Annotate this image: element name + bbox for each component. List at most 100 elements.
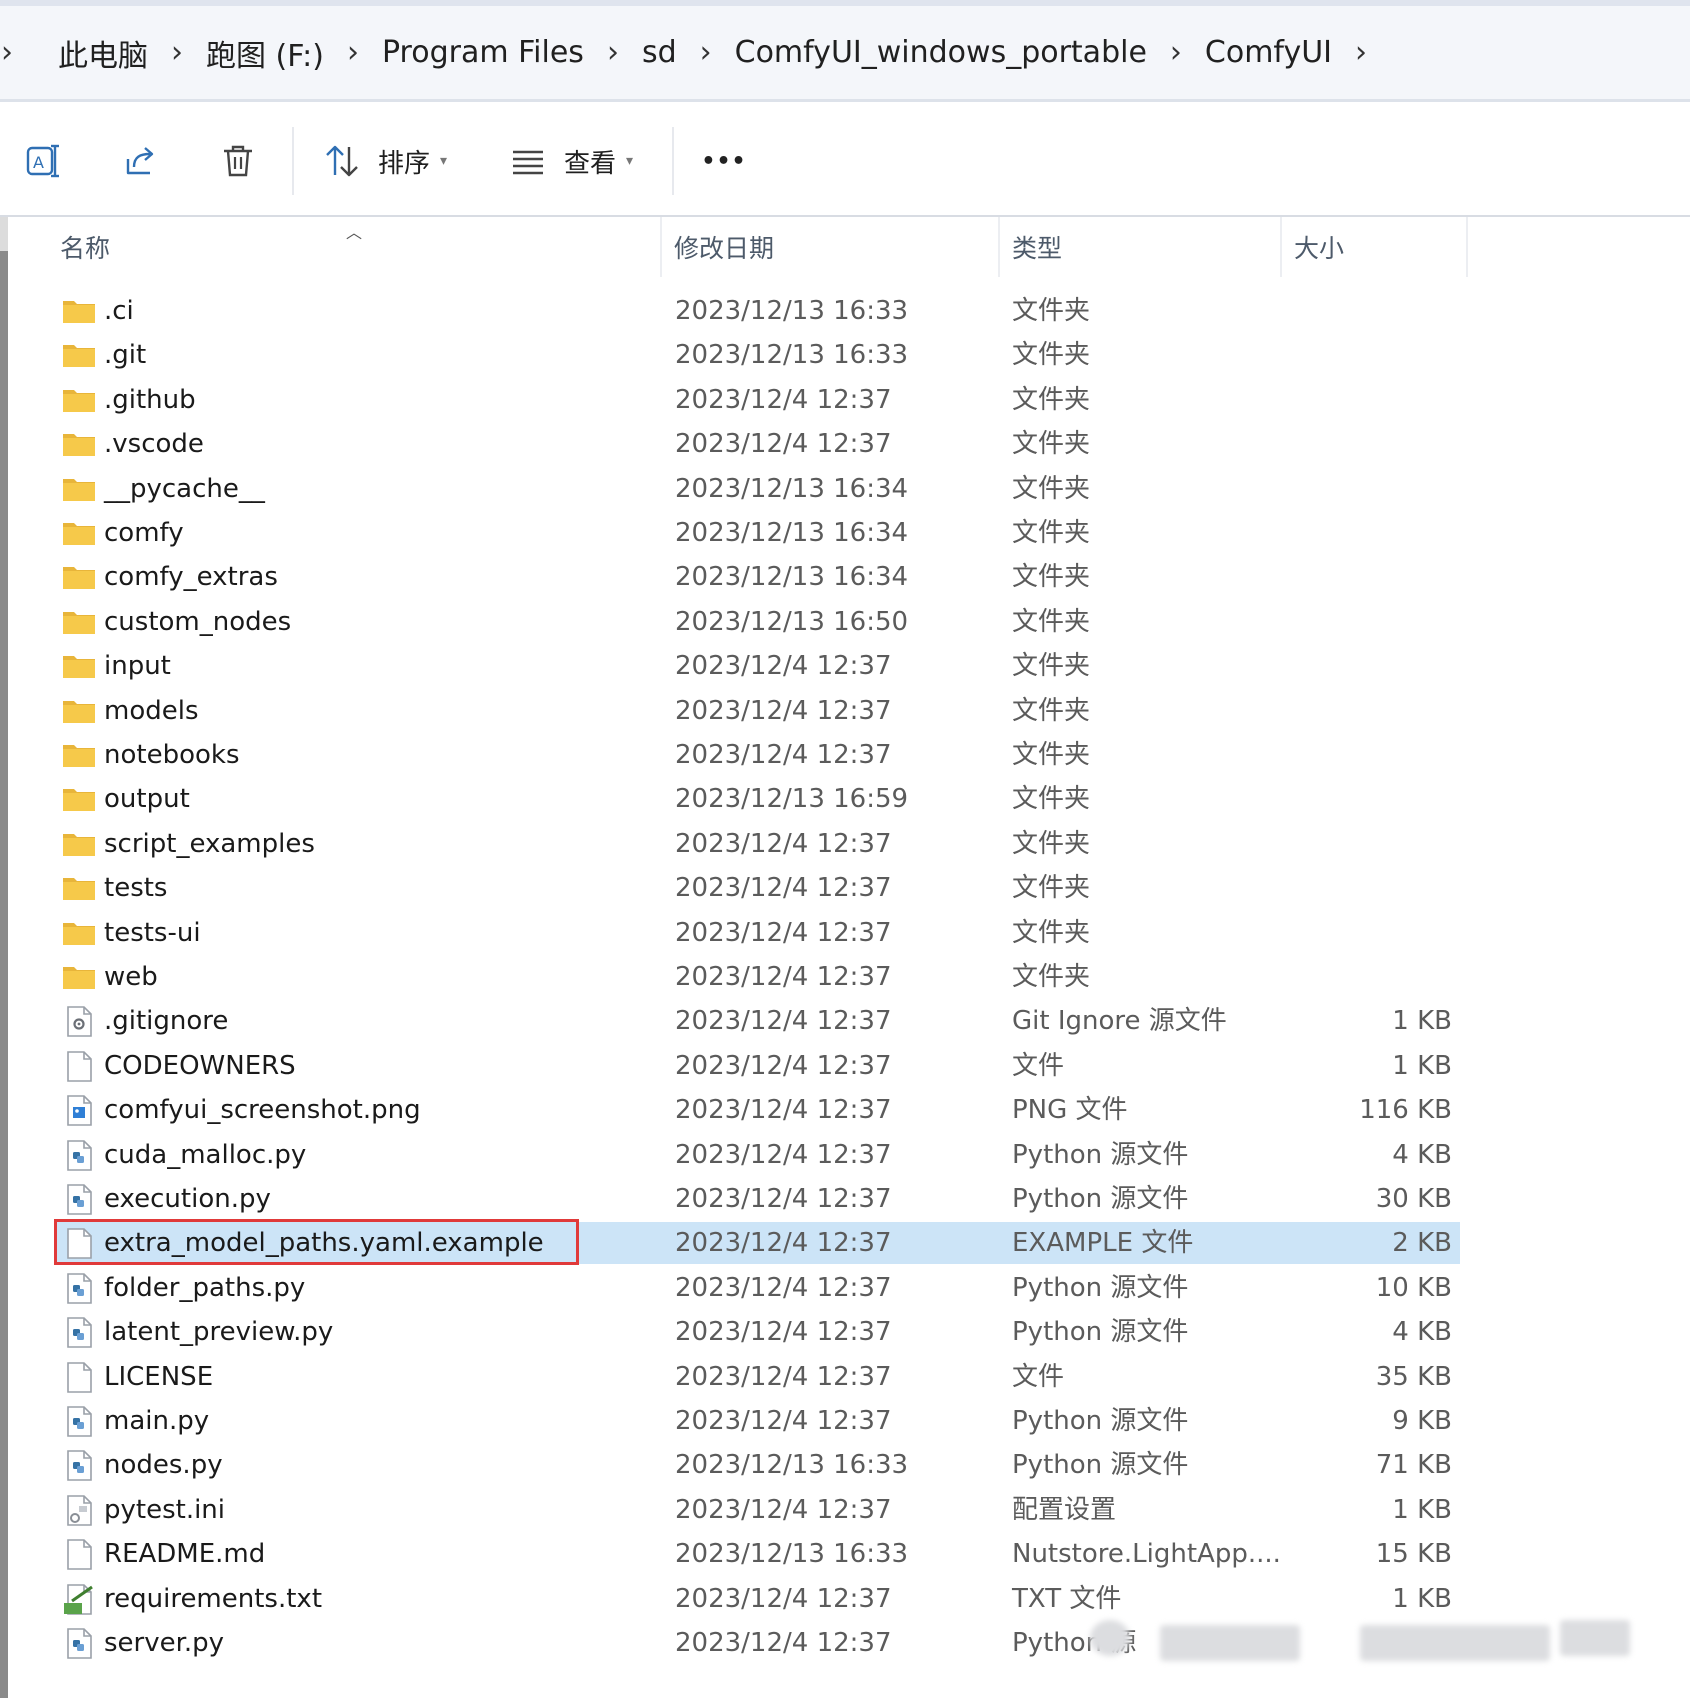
table-row[interactable]: output 2023/12/13 16:59 文件夹 [0,777,1690,821]
blank-file-icon [62,1538,96,1570]
breadcrumb-chevron-icon[interactable]: › [596,35,630,70]
file-name: cuda_malloc.py [104,1139,307,1170]
table-row[interactable]: tests-ui 2023/12/4 12:37 文件夹 [0,911,1690,955]
file-date: 2023/12/4 12:37 [675,962,892,992]
file-type: TXT 文件 [1012,1583,1122,1614]
table-row[interactable]: comfy 2023/12/13 16:34 文件夹 [0,511,1690,555]
breadcrumb-chevron-icon[interactable]: › [1344,35,1378,70]
column-header-date-label: 修改日期 [674,234,775,263]
file-name: server.py [104,1628,225,1658]
toolbar-divider [672,127,674,195]
file-name: execution.py [104,1184,271,1214]
breadcrumb-chevron-icon[interactable]: › [1159,35,1193,70]
table-row[interactable]: custom_nodes 2023/12/13 16:50 文件夹 [0,600,1690,644]
file-type: Python 源文件 [1012,1139,1189,1170]
table-row[interactable]: .ci 2023/12/13 16:33 文件夹 [0,289,1690,333]
table-row[interactable]: requirements.txt 2023/12/4 12:37 TXT 文件 1 K… [0,1577,1690,1621]
view-button[interactable]: 查看 ▾ [508,133,648,189]
file-size [1290,422,1452,466]
table-row[interactable]: .github 2023/12/4 12:37 文件夹 [0,378,1690,422]
table-row[interactable]: comfyui_screenshot.png 2023/12/4 12:37 PNG… [0,1088,1690,1132]
table-row[interactable]: .gitignore 2023/12/4 12:37 Git Ignore 源文件 1… [0,999,1690,1043]
table-row[interactable]: latent_preview.py 2023/12/4 12:37 Python 源… [0,1310,1690,1354]
file-date: 2023/12/4 12:37 [675,1006,892,1037]
python-file-icon [62,1316,96,1348]
breadcrumb-item[interactable]: ComfyUI [1193,35,1344,70]
delete-button[interactable] [210,133,266,189]
table-row[interactable]: main.py 2023/12/4 12:37 Python 源文件 9 KB [0,1399,1690,1443]
file-type: Python 源文件 [1012,1450,1189,1481]
table-row-selected[interactable]: extra_model_paths.yaml.example 2023/12/4 … [0,1219,1690,1266]
file-type: 文件夹 [1012,473,1091,504]
rename-button[interactable]: A [16,133,72,189]
python-file-icon [62,1627,96,1659]
file-date: 2023/12/13 16:59 [675,784,909,815]
table-row[interactable]: comfy_extras 2023/12/13 16:34 文件夹 [0,555,1690,599]
table-row[interactable]: .vscode 2023/12/4 12:37 文件夹 [0,422,1690,466]
more-icon: ••• [701,148,747,174]
table-row[interactable]: script_examples 2023/12/4 12:37 文件夹 [0,822,1690,866]
table-row[interactable]: pytest.ini 2023/12/4 12:37 配置设置 1 KB [0,1488,1690,1532]
folder-icon [62,473,96,505]
file-date: 2023/12/13 16:33 [675,340,909,371]
table-row[interactable]: CODEOWNERS 2023/12/4 12:37 文件 1 KB [0,1044,1690,1088]
file-type: 文件夹 [1012,917,1091,948]
file-date: 2023/12/13 16:34 [675,518,909,548]
file-type: 文件夹 [1012,562,1091,593]
file-type: 文件夹 [1012,695,1091,726]
file-size: 10 KB [1375,1272,1452,1303]
breadcrumb-chevron-icon[interactable]: › [336,35,370,70]
file-name: script_examples [104,828,315,859]
table-row[interactable]: notebooks 2023/12/4 12:37 文件夹 [0,733,1690,777]
file-name: latent_preview.py [104,1317,334,1348]
file-date: 2023/12/13 16:33 [675,1539,909,1570]
sort-button[interactable]: 排序 ▾ [322,133,462,189]
breadcrumb-chevron-icon[interactable]: › [689,35,723,70]
folder-icon [62,961,96,993]
file-name: tests-ui [104,917,201,948]
file-size: 1 KB [1392,1583,1452,1614]
table-row[interactable]: web 2023/12/4 12:37 文件夹 [0,955,1690,999]
file-type: PNG 文件 [1012,1095,1128,1126]
breadcrumb-item[interactable]: ComfyUI_windows_portable [723,35,1159,70]
breadcrumb-item[interactable]: 此电脑 [46,31,160,75]
table-row[interactable]: input 2023/12/4 12:37 文件夹 [0,644,1690,688]
table-row[interactable]: tests 2023/12/4 12:37 文件夹 [0,866,1690,910]
file-type: 文件夹 [1012,784,1091,815]
breadcrumb-chevron-icon[interactable]: › [160,35,194,70]
file-size: 9 KB [1392,1406,1452,1436]
table-row[interactable]: cuda_malloc.py 2023/12/4 12:37 Python 源文件 4… [0,1133,1690,1177]
table-row[interactable]: LICENSE 2023/12/4 12:37 文件 35 KB [0,1355,1690,1399]
file-size: 35 KB [1375,1361,1452,1392]
table-row[interactable]: .git 2023/12/13 16:33 文件夹 [0,333,1690,377]
file-size [1290,822,1452,866]
view-label: 查看 [564,148,617,179]
column-header-size[interactable]: 大小 [1280,217,1468,277]
file-size [1290,600,1452,644]
breadcrumb-item[interactable]: sd [630,35,689,70]
breadcrumb-item[interactable]: 跑图 (F:) [194,31,336,75]
file-size: 2 KB [1392,1228,1452,1259]
column-header-name-label: 名称 [60,234,111,263]
table-row[interactable]: folder_paths.py 2023/12/4 12:37 Python 源文件… [0,1266,1690,1310]
file-name: notebooks [104,740,240,770]
breadcrumb-chevron-icon[interactable]: › [0,35,14,70]
file-name: nodes.py [104,1450,223,1481]
share-button[interactable] [112,133,168,189]
file-type: 文件 [1012,1361,1065,1392]
column-header-type[interactable]: 类型 [998,217,1280,277]
column-header-date[interactable]: 修改日期 [660,217,998,277]
table-row[interactable]: execution.py 2023/12/4 12:37 Python 源文件 30 … [0,1177,1690,1221]
file-name: input [104,651,171,682]
table-row[interactable]: README.md 2023/12/13 16:33 Nutstore.LightA… [0,1532,1690,1576]
breadcrumb-item[interactable]: Program Files [370,35,596,70]
table-row[interactable]: nodes.py 2023/12/13 16:33 Python 源文件 71 KB [0,1443,1690,1487]
more-options-button[interactable]: ••• [694,133,754,189]
file-size [1290,555,1452,599]
file-name: LICENSE [104,1361,214,1392]
file-type: EXAMPLE 文件 [1012,1228,1194,1259]
file-name: .gitignore [104,1006,229,1037]
table-row[interactable]: __pycache__ 2023/12/13 16:34 文件夹 [0,467,1690,511]
table-row[interactable]: models 2023/12/4 12:37 文件夹 [0,689,1690,733]
file-name: comfy_extras [104,562,278,593]
